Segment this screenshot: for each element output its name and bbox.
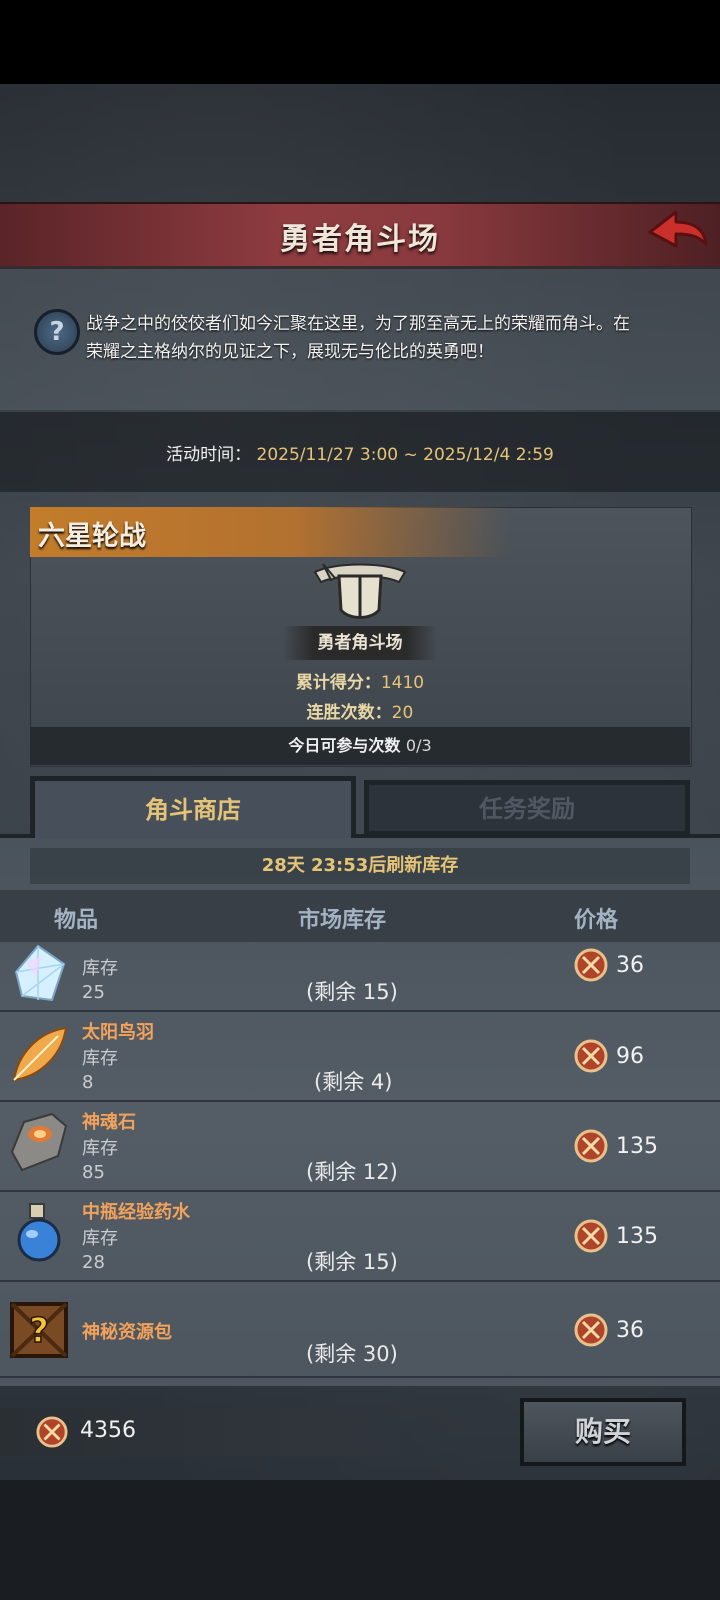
stock-refresh-timer: 28天 23:53后刷新库存 bbox=[261, 855, 459, 876]
arena-name-plate: 勇者角斗场 bbox=[283, 626, 437, 660]
attempts-label: 今日可参与次数 bbox=[288, 736, 401, 755]
event-time-value: 2025/11/27 3:00 ~ 2025/12/4 2:59 bbox=[256, 445, 554, 465]
bottom-area bbox=[0, 1480, 720, 1600]
item-price: 135 bbox=[616, 1224, 658, 1249]
daily-attempts: 今日可参与次数 0/3 bbox=[30, 727, 690, 765]
streak-label: 连胜次数： bbox=[306, 703, 392, 723]
remaining-stock: (剩余 4) bbox=[314, 1070, 393, 1094]
status-bar-area bbox=[0, 0, 720, 84]
item-price: 36 bbox=[616, 1318, 644, 1343]
coin-balance: 4356 bbox=[80, 1418, 136, 1443]
event-time: 活动时间： 2025/11/27 3:00 ~ 2025/12/4 2:59 bbox=[0, 440, 720, 465]
score-stat: 累计得分：1410 bbox=[0, 668, 720, 693]
item-name: 神魂石 bbox=[82, 1112, 136, 1133]
item-name: 中瓶经验药水 bbox=[82, 1202, 190, 1223]
buy-button[interactable]: 购买 bbox=[520, 1398, 686, 1466]
help-question-icon[interactable]: ? bbox=[34, 309, 80, 355]
event-mode-name: 六星轮战 bbox=[38, 521, 146, 552]
rainbow-crystal-icon bbox=[14, 944, 66, 1002]
attempts-value: 0/3 bbox=[405, 736, 432, 755]
arena-coin-icon bbox=[574, 1219, 608, 1253]
item-price: 135 bbox=[616, 1134, 658, 1159]
streak-value: 20 bbox=[391, 703, 414, 723]
column-header-market-stock: 市场库存 bbox=[298, 908, 387, 933]
streak-stat: 连胜次数：20 bbox=[0, 698, 720, 723]
soul-stone-icon bbox=[10, 1112, 68, 1172]
stock-label: 库存 bbox=[82, 958, 118, 979]
remaining-stock: (剩余 30) bbox=[306, 1342, 398, 1366]
item-price: 36 bbox=[616, 953, 644, 978]
balance-band bbox=[0, 1408, 510, 1456]
item-name: 太阳鸟羽 bbox=[82, 1022, 154, 1043]
arena-coin-icon bbox=[574, 948, 608, 982]
stock-value: 85 bbox=[82, 1162, 105, 1183]
score-label: 累计得分： bbox=[295, 673, 381, 693]
stock-label: 库存 bbox=[82, 1048, 118, 1069]
intro-description: 战争之中的佼佼者们如今汇聚在这里，为了那至高无上的荣耀而角斗。在荣耀之主格纳尔的… bbox=[86, 314, 630, 362]
item-price: 96 bbox=[616, 1044, 644, 1069]
title-bar: 勇者角斗场 bbox=[0, 202, 720, 269]
item-name: 神秘资源包 bbox=[82, 1322, 172, 1343]
stock-value: 28 bbox=[82, 1252, 105, 1273]
arena-shield-emblem-icon bbox=[313, 563, 407, 619]
arena-coin-icon bbox=[574, 1313, 608, 1347]
tab-arena-shop[interactable]: 角斗商店 bbox=[30, 776, 356, 838]
arena-coin-icon bbox=[574, 1039, 608, 1073]
column-header-item: 物品 bbox=[54, 908, 99, 933]
page-title: 勇者角斗场 bbox=[280, 222, 440, 257]
tab-task-rewards[interactable]: 任务奖励 bbox=[364, 780, 690, 836]
back-arrow-icon[interactable] bbox=[646, 206, 710, 258]
event-time-label: 活动时间： bbox=[166, 445, 252, 465]
sunbird-feather-icon bbox=[12, 1026, 68, 1082]
score-value: 1410 bbox=[380, 673, 425, 693]
mystery-crate-icon: ? bbox=[10, 1302, 68, 1358]
remaining-stock: (剩余 15) bbox=[306, 980, 398, 1004]
arena-coin-icon bbox=[36, 1416, 68, 1448]
column-header-price: 价格 bbox=[574, 908, 619, 933]
remaining-stock: (剩余 15) bbox=[306, 1250, 398, 1274]
stock-value: 8 bbox=[82, 1072, 94, 1093]
exp-potion-icon bbox=[17, 1203, 61, 1262]
stock-label: 库存 bbox=[82, 1228, 118, 1249]
remaining-stock: (剩余 12) bbox=[306, 1160, 398, 1184]
svg-text:?: ? bbox=[29, 1311, 49, 1351]
arena-coin-icon bbox=[574, 1129, 608, 1163]
row-divider bbox=[0, 1376, 720, 1378]
stock-label: 库存 bbox=[82, 1138, 118, 1159]
stock-value: 25 bbox=[82, 982, 105, 1003]
